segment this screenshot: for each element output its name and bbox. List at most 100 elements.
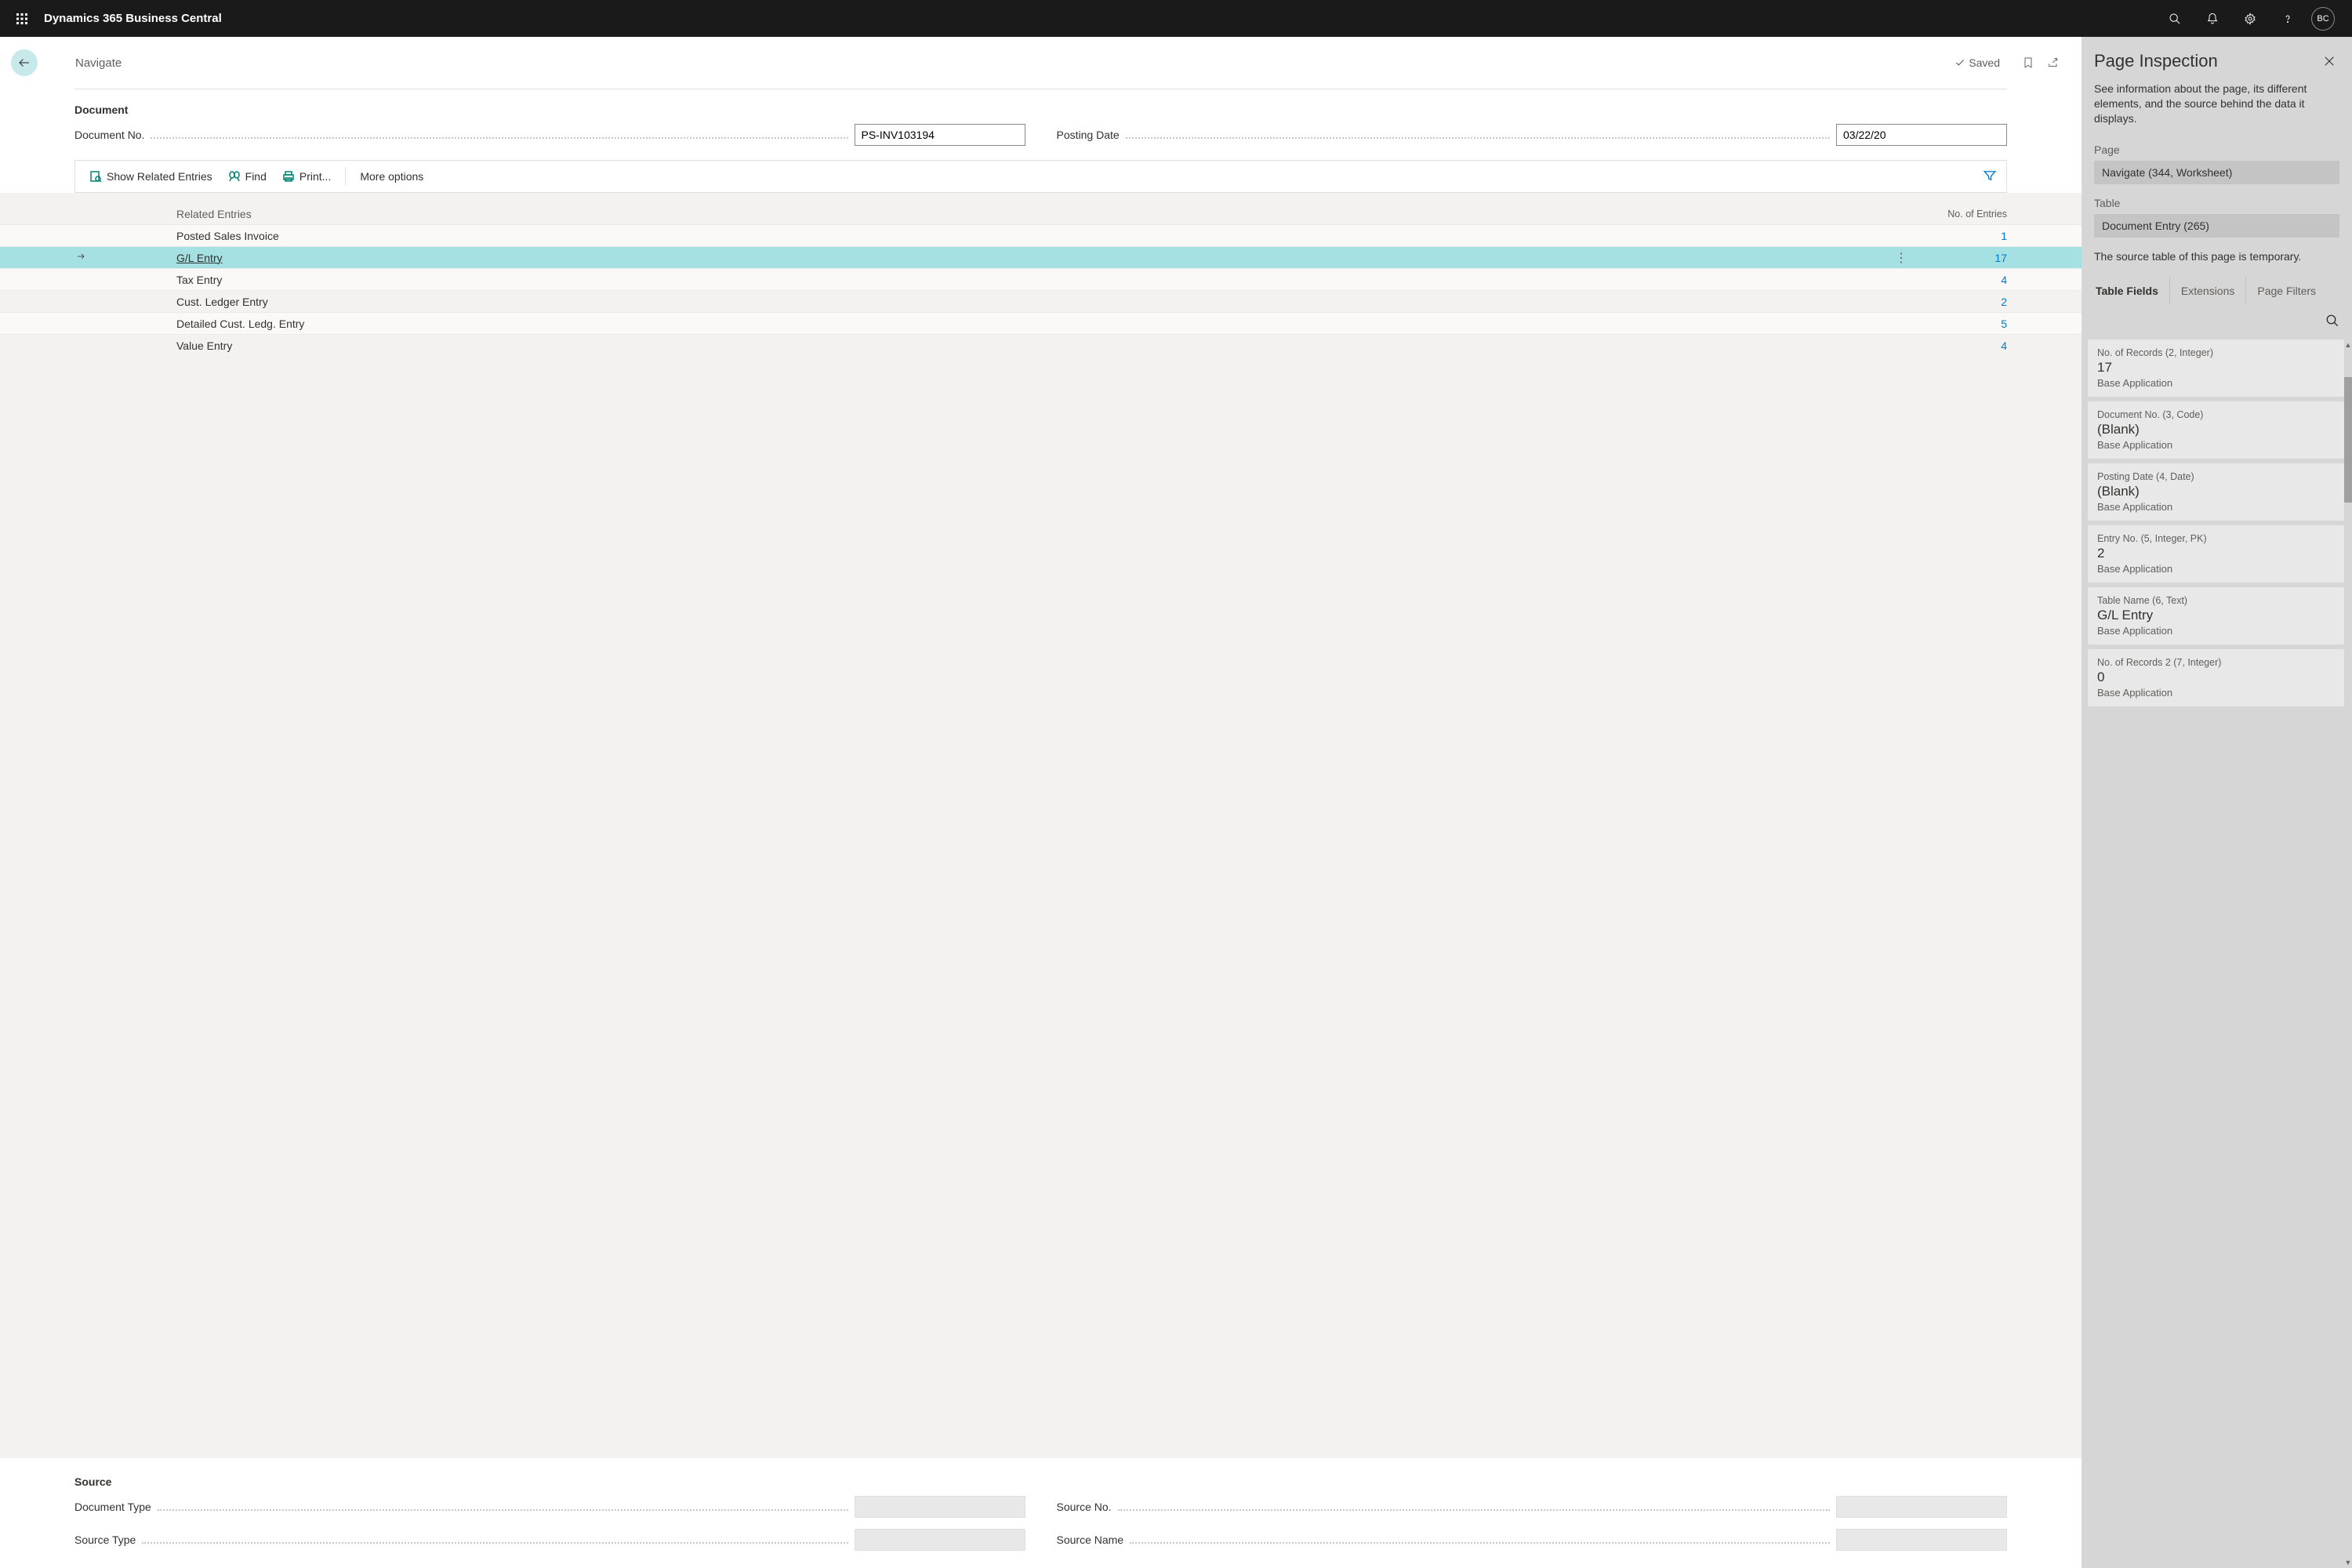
doc-type-label: Document Type [74, 1501, 151, 1513]
print-icon [282, 170, 295, 183]
inspector-fields-list[interactable]: No. of Records (2, Integer)17Base Applic… [2082, 339, 2352, 1568]
scroll-thumb[interactable] [2344, 377, 2352, 503]
source-no-label: Source No. [1057, 1501, 1112, 1513]
field-value: G/L Entry [2097, 608, 2335, 623]
field-extension: Base Application [2097, 501, 2335, 513]
find-icon [228, 170, 241, 183]
inspector-field-card[interactable]: No. of Records 2 (7, Integer)0Base Appli… [2088, 649, 2344, 706]
saved-indicator: Saved [1955, 56, 2000, 69]
notifications-icon[interactable] [2194, 0, 2231, 37]
inspector-field-card[interactable]: Table Name (6, Text)G/L EntryBase Applic… [2088, 587, 2344, 644]
grid-row[interactable]: G/L Entry ⋮ 17 [0, 246, 2082, 268]
field-value: 2 [2097, 546, 2335, 561]
action-toolbar: Show Related Entries Find Print... Mo [74, 160, 2007, 193]
grid-row[interactable]: Detailed Cust. Ledg. Entry 5 [0, 312, 2082, 334]
row-count[interactable]: 5 [1913, 318, 2007, 330]
inspector-scrollbar[interactable]: ▲ ▼ [2344, 339, 2352, 1568]
document-section-title: Document [74, 103, 2007, 116]
show-related-entries-button[interactable]: Show Related Entries [82, 165, 220, 188]
row-name: Posted Sales Invoice [176, 230, 1889, 242]
col-header-related[interactable]: Related Entries [176, 208, 1889, 220]
tab-extensions[interactable]: Extensions [2170, 277, 2246, 305]
row-name: Cust. Ledger Entry [176, 296, 1889, 308]
bookmark-icon[interactable] [2016, 50, 2041, 75]
tab-page-filters[interactable]: Page Filters [2246, 277, 2327, 305]
doc-no-input[interactable] [855, 124, 1025, 146]
source-type-input [855, 1529, 1025, 1551]
saved-label: Saved [1969, 56, 2000, 69]
close-inspector-button[interactable] [2319, 51, 2339, 74]
filter-icon[interactable] [1980, 165, 2000, 188]
field-label: Document No. (3, Code) [2097, 409, 2335, 420]
help-icon[interactable] [2269, 0, 2307, 37]
field-label: No. of Records (2, Integer) [2097, 347, 2335, 358]
inspector-field-card[interactable]: No. of Records (2, Integer) 17Base Applic… [2088, 339, 2344, 397]
row-name: G/L Entry [176, 252, 1889, 264]
row-count[interactable]: 4 [1913, 274, 2007, 286]
print-button[interactable]: Print... [274, 165, 339, 188]
row-count[interactable]: 1 [1913, 230, 2007, 242]
back-button[interactable] [11, 49, 38, 76]
field-value: (Blank) [2097, 484, 2335, 499]
tab-table-fields[interactable]: Table Fields [2085, 277, 2170, 305]
posting-date-label: Posting Date [1057, 129, 1120, 141]
posting-date-input[interactable] [1836, 124, 2007, 146]
page-header: Navigate Saved [0, 37, 2082, 89]
inspector-search-icon[interactable] [2325, 314, 2339, 330]
field-value: 17 [2097, 360, 2335, 376]
app-title: Dynamics 365 Business Central [44, 12, 222, 25]
inspector-page-value[interactable]: Navigate (344, Worksheet) [2094, 161, 2339, 184]
field-label: Posting Date (4, Date) [2097, 471, 2335, 482]
scroll-up-arrow[interactable]: ▲ [2344, 339, 2352, 350]
related-entries-grid: Related Entries No. of Entries Posted Sa… [0, 193, 2082, 1458]
row-name: Detailed Cust. Ledg. Entry [176, 318, 1889, 330]
row-menu-icon[interactable]: ⋮ [1895, 252, 1907, 265]
user-avatar[interactable]: BC [2311, 7, 2335, 31]
inspector-table-label: Table [2082, 197, 2352, 214]
inspector-tabs: Table Fields Extensions Page Filters [2082, 277, 2352, 306]
topbar: Dynamics 365 Business Central BC [0, 0, 2352, 37]
grid-header: Related Entries No. of Entries [0, 193, 2082, 224]
inspector-field-card[interactable]: Document No. (3, Code)(Blank)Base Applic… [2088, 401, 2344, 459]
inspector-table-value[interactable]: Document Entry (265) [2094, 214, 2339, 238]
grid-row[interactable]: Tax Entry 4 [0, 268, 2082, 290]
inspector-field-card[interactable]: Entry No. (5, Integer, PK) 2 Base Applicat… [2088, 525, 2344, 583]
share-icon[interactable] [2041, 50, 2066, 75]
search-icon[interactable] [2156, 0, 2194, 37]
row-name: Tax Entry [176, 274, 1889, 286]
inspector-description: See information about the page, its diff… [2082, 82, 2352, 143]
row-count[interactable]: 2 [1913, 296, 2007, 308]
field-value: 0 [2097, 670, 2335, 685]
settings-icon[interactable] [2231, 0, 2269, 37]
field-extension: Base Application [2097, 377, 2335, 389]
page-inspection-panel: Page Inspection See information about th… [2082, 37, 2352, 1568]
field-extension: Base Application [2097, 439, 2335, 451]
grid-row[interactable]: Posted Sales Invoice 1 [0, 224, 2082, 246]
source-section-title: Source [74, 1475, 2007, 1488]
scroll-down-arrow[interactable]: ▼ [2344, 1557, 2352, 1568]
source-type-label: Source Type [74, 1534, 136, 1546]
row-name: Value Entry [176, 339, 1889, 352]
grid-row[interactable]: Cust. Ledger Entry 2 [0, 290, 2082, 312]
row-count[interactable]: 4 [1913, 339, 2007, 352]
doc-no-label: Document No. [74, 129, 144, 141]
app-launcher-icon[interactable] [8, 5, 36, 33]
find-button[interactable]: Find [220, 165, 274, 188]
col-header-count[interactable]: No. of Entries [1913, 209, 2007, 220]
more-options-button[interactable]: More options [352, 165, 431, 188]
source-no-input [1836, 1496, 2007, 1518]
inspector-field-card[interactable]: Posting Date (4, Date) (Blank) Base Applic… [2088, 463, 2344, 521]
page-title: Navigate [75, 56, 122, 70]
field-extension: Base Application [2097, 687, 2335, 699]
row-count[interactable]: 17 [1913, 252, 2007, 264]
grid-row[interactable]: Value Entry 4 [0, 334, 2082, 356]
doc-type-input [855, 1496, 1025, 1518]
source-section: Source Document Type Source No. Source T… [0, 1458, 2082, 1568]
field-label: Entry No. (5, Integer, PK) [2097, 533, 2335, 544]
source-name-label: Source Name [1057, 1534, 1124, 1546]
field-extension: Base Application [2097, 563, 2335, 575]
inspector-title: Page Inspection [2094, 51, 2319, 71]
inspector-temp-note: The source table of this page is tempora… [2082, 250, 2352, 277]
field-extension: Base Application [2097, 625, 2335, 637]
inspector-page-label: Page [2082, 143, 2352, 161]
